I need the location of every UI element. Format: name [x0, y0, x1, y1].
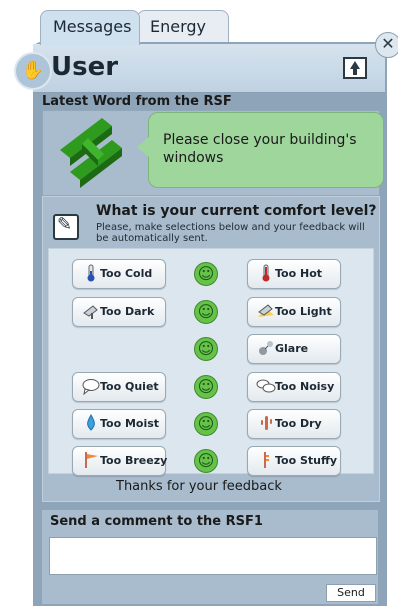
- too-dry-button[interactable]: Too Dry: [247, 409, 341, 439]
- too-hot-label: Too Hot: [275, 267, 323, 280]
- too-noisy-label: Too Noisy: [275, 380, 335, 393]
- glare-button[interactable]: Glare: [247, 334, 341, 364]
- speech-bubbles-icon: [256, 379, 276, 393]
- rsf-logo-icon: [60, 118, 122, 188]
- too-light-button[interactable]: Too Light: [247, 297, 341, 327]
- edit-icon: [53, 214, 79, 240]
- rsf-message-bubble: Please close your building's windows: [137, 112, 384, 188]
- smiley-icon: ☺: [194, 449, 218, 473]
- close-icon[interactable]: ✕: [375, 32, 398, 58]
- smiley-icon: ☺: [194, 337, 218, 361]
- tab-energy[interactable]: Energy: [137, 10, 229, 45]
- smiley-icon: ☺: [194, 375, 218, 399]
- thermometer-hot-icon: [262, 264, 270, 282]
- lamp-off-icon: [83, 305, 98, 319]
- comfort-title: What is your current comfort level?: [96, 203, 377, 219]
- cactus-icon: [261, 416, 272, 430]
- glare-label: Glare: [275, 342, 309, 355]
- smiley-icon: ☺: [194, 262, 218, 286]
- expand-icon[interactable]: [343, 57, 367, 79]
- too-noisy-button[interactable]: Too Noisy: [247, 372, 341, 402]
- too-moist-label: Too Moist: [100, 417, 160, 430]
- flag-pole-icon: [264, 452, 269, 468]
- flag-icon: [85, 452, 98, 468]
- hand-wave-icon: ✋: [14, 52, 52, 90]
- rsf-message-text: Please close your building's windows: [163, 132, 357, 166]
- too-stuffy-label: Too Stuffy: [275, 454, 338, 467]
- smiley-icon: ☺: [194, 300, 218, 324]
- too-breezy-button[interactable]: Too Breezy: [72, 446, 168, 476]
- latest-word-title: Latest Word from the RSF: [42, 94, 232, 109]
- too-moist-button[interactable]: Too Moist: [72, 409, 166, 439]
- too-dry-label: Too Dry: [275, 417, 322, 430]
- too-dark-label: Too Dark: [100, 305, 155, 318]
- too-quiet-button[interactable]: Too Quiet: [72, 372, 166, 402]
- comfort-subtitle: Please, make selections below and your f…: [96, 222, 365, 244]
- too-light-label: Too Light: [275, 305, 332, 318]
- too-breezy-label: Too Breezy: [100, 454, 168, 467]
- tab-messages[interactable]: Messages: [40, 10, 140, 45]
- lamp-on-icon: [258, 304, 274, 317]
- too-cold-button[interactable]: Too Cold: [72, 259, 166, 289]
- too-quiet-label: Too Quiet: [100, 380, 159, 393]
- panel-title: User: [51, 52, 119, 82]
- too-cold-label: Too Cold: [100, 267, 153, 280]
- send-button[interactable]: Send: [326, 584, 376, 602]
- comment-input[interactable]: [49, 537, 377, 575]
- smiley-icon: ☺: [194, 412, 218, 436]
- water-drop-icon: [87, 413, 95, 431]
- speech-bubble-icon: [82, 379, 100, 396]
- comment-title: Send a comment to the RSF1: [50, 514, 263, 529]
- panel-header: User: [33, 44, 385, 93]
- thermometer-cold-icon: [87, 264, 95, 282]
- too-stuffy-button[interactable]: Too Stuffy: [247, 446, 341, 476]
- feedback-thanks-text: Thanks for your feedback: [116, 479, 282, 494]
- too-hot-button[interactable]: Too Hot: [247, 259, 341, 289]
- too-dark-button[interactable]: Too Dark: [72, 297, 166, 327]
- glare-icon: [259, 341, 273, 355]
